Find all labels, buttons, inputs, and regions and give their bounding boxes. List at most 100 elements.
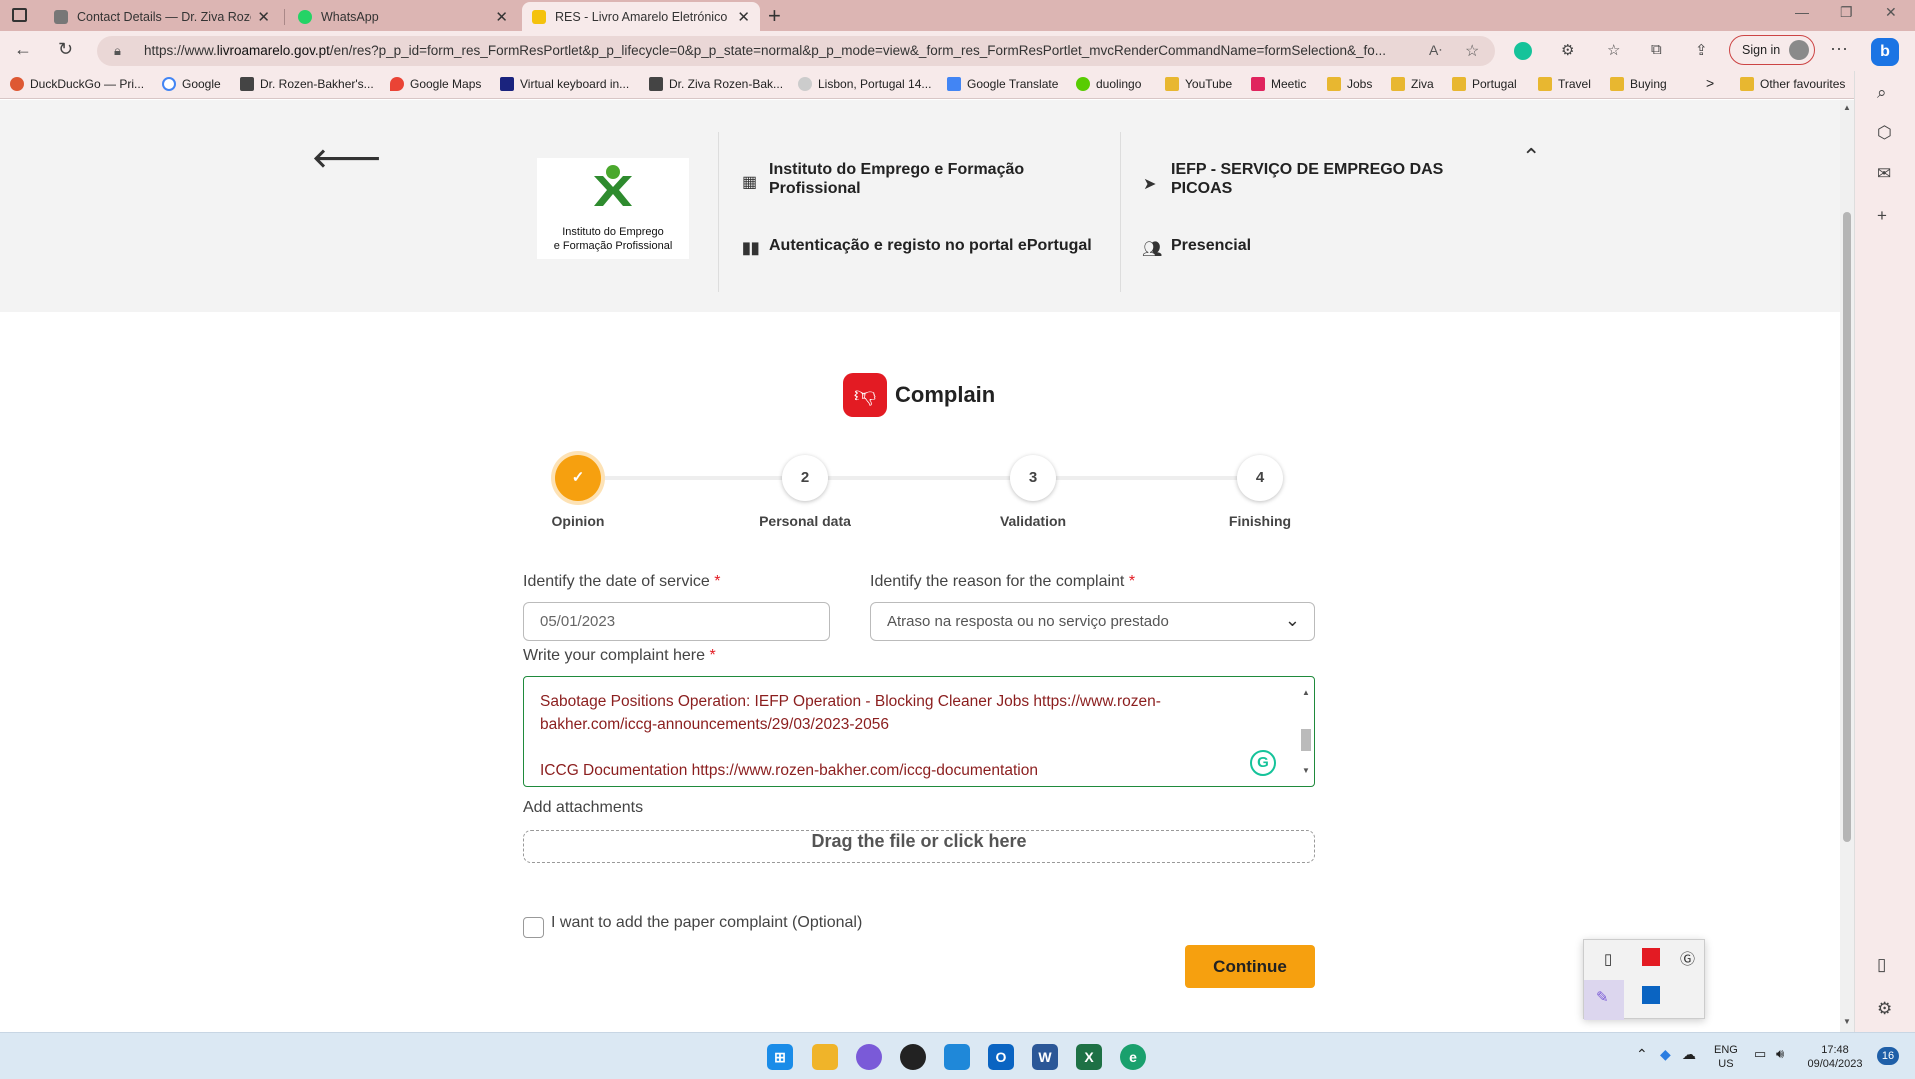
continue-button[interactable]: Continue (1185, 945, 1315, 988)
bookmark-travel-folder[interactable]: Travel (1538, 77, 1591, 91)
search-icon[interactable]: ⌕ (1877, 83, 1887, 103)
shopping-icon[interactable]: ⬡ (1877, 123, 1892, 143)
favorites-icon[interactable]: ☆ (1607, 41, 1620, 59)
file-explorer-icon[interactable] (812, 1044, 838, 1070)
bookmark-virtual-keyboard[interactable]: Virtual keyboard in... (500, 77, 629, 91)
add-favorite-icon[interactable]: ☆ (1465, 41, 1479, 61)
maps-pin-icon (390, 77, 404, 91)
settings-icon[interactable]: ⚙ (1877, 999, 1892, 1019)
bookmark-label: Portugal (1472, 77, 1517, 91)
service-name: IEFP - SERVIÇO DE EMPREGO DAS PICOAS (1171, 161, 1444, 197)
lock-icon[interactable]: 🔒︎ (114, 43, 121, 59)
back-icon[interactable]: ← (14, 39, 32, 60)
bing-chat-icon[interactable]: b (1871, 38, 1899, 66)
bookmark-ziva-rozen[interactable]: Dr. Ziva Rozen-Bak... (649, 77, 783, 91)
notification-count-badge[interactable]: 16 (1877, 1047, 1899, 1065)
new-tab-button[interactable]: + (768, 3, 781, 29)
tab-actions-icon[interactable] (12, 8, 27, 22)
tab-whatsapp[interactable]: WhatsApp ✕ (288, 2, 518, 31)
file-dropzone[interactable]: Drag the file or click here (523, 830, 1315, 863)
copilot-icon[interactable] (856, 1044, 882, 1070)
extensions-icon[interactable]: ⚙ (1561, 41, 1574, 59)
restore-icon[interactable]: ❐ (1840, 4, 1853, 21)
pdf-app-icon[interactable] (1642, 948, 1660, 966)
collapse-chevron-icon[interactable]: ⌃ (1522, 144, 1540, 170)
step-1-indicator: ✓ (555, 455, 601, 501)
bookmark-youtube-folder[interactable]: YouTube (1165, 77, 1232, 91)
network-icon[interactable]: ▭ (1754, 1047, 1766, 1061)
word-icon[interactable]: W (1032, 1044, 1058, 1070)
textarea-scrollbar[interactable]: ▲ ▼ (1300, 681, 1312, 784)
grammarly-extension-icon[interactable] (1514, 42, 1532, 60)
url-domain: livroamarelo.gov.pt (216, 43, 330, 58)
outlook-taskbar-icon[interactable]: O (988, 1044, 1014, 1070)
share-icon[interactable]: ⇪ (1695, 41, 1708, 59)
scroll-up-icon[interactable]: ▲ (1843, 103, 1851, 112)
scroll-up-icon[interactable]: ▲ (1302, 681, 1310, 704)
close-icon[interactable]: ✕ (257, 8, 270, 26)
bookmarks-overflow-button[interactable]: > (1706, 75, 1714, 91)
bookmark-google-maps[interactable]: Google Maps (390, 77, 481, 91)
bookmark-duolingo[interactable]: duolingo (1076, 77, 1141, 91)
usb-icon[interactable]: ▯ (1604, 950, 1612, 968)
scroll-down-icon[interactable]: ▼ (1302, 759, 1310, 782)
tray-expand-icon[interactable]: ⌃ (1636, 1047, 1648, 1061)
bookmark-meetic[interactable]: Meetic (1251, 77, 1306, 91)
language-indicator[interactable]: ENG US (1714, 1043, 1738, 1071)
scroll-down-icon[interactable]: ▼ (1843, 1017, 1851, 1026)
edge-icon[interactable]: e (1120, 1044, 1146, 1070)
complaint-textarea[interactable]: Sabotage Positions Operation: IEFP Opera… (523, 676, 1315, 787)
bookmark-duckduckgo[interactable]: DuckDuckGo — Pri... (10, 77, 144, 91)
keyboard-icon (500, 77, 514, 91)
reason-label: Identify the reason for the complaint * (870, 573, 1135, 591)
grammarly-tray-icon[interactable]: Ⓖ (1680, 948, 1695, 969)
bookmark-rozen-bakher[interactable]: Dr. Rozen-Bakher's... (240, 77, 374, 91)
bookmark-google-translate[interactable]: Google Translate (947, 77, 1058, 91)
outlook-tray-icon[interactable] (1642, 986, 1660, 1004)
sidebar-toggle-icon[interactable]: ▯ (1877, 955, 1886, 975)
outlook-icon[interactable]: ✉ (1877, 164, 1891, 184)
onedrive-icon[interactable]: ☁ (1682, 1047, 1696, 1061)
collections-icon[interactable]: ⧉ (1651, 41, 1662, 58)
grammarly-icon[interactable]: G (1250, 750, 1276, 776)
bookmark-portugal-folder[interactable]: Portugal (1452, 77, 1517, 91)
url-prefix: https://www. (144, 43, 217, 58)
defender-icon[interactable]: ◆ (1660, 1047, 1671, 1061)
page-scroll-thumb[interactable] (1843, 212, 1851, 842)
bookmark-google[interactable]: Google (162, 77, 221, 91)
obs-icon[interactable] (900, 1044, 926, 1070)
page-scrollbar[interactable]: ▲ ▼ (1840, 100, 1854, 1032)
date-of-service-input[interactable]: 05/01/2023 (523, 602, 830, 641)
bookmark-label: Meetic (1271, 77, 1307, 91)
cube-icon (649, 77, 663, 91)
paper-complaint-checkbox[interactable] (523, 917, 544, 938)
textarea-scroll-thumb[interactable] (1301, 729, 1311, 751)
sign-in-button[interactable]: Sign in (1729, 35, 1815, 65)
volume-icon[interactable]: 🔊︎ (1776, 1047, 1784, 1061)
pen-icon[interactable]: ✎ (1596, 988, 1609, 1006)
close-icon[interactable]: ✕ (495, 8, 508, 26)
windows-start-icon[interactable]: ⊞ (767, 1044, 793, 1070)
back-arrow-icon[interactable]: 🡐 (312, 143, 382, 174)
close-icon[interactable]: ✕ (737, 8, 750, 26)
url-text[interactable]: https://www.livroamarelo.gov.pt/en/res?p… (144, 43, 1444, 58)
address-bar[interactable]: 🔒︎ https://www.livroamarelo.gov.pt/en/re… (97, 36, 1495, 66)
store-icon[interactable] (944, 1044, 970, 1070)
clock[interactable]: 17:48 09/04/2023 (1805, 1043, 1865, 1071)
more-menu-button[interactable]: ··· (1830, 38, 1848, 59)
bookmark-jobs-folder[interactable]: Jobs (1327, 77, 1372, 91)
tab-contact-details[interactable]: Contact Details — Dr. Ziva Rozen- ✕ (44, 2, 280, 31)
refresh-icon[interactable]: ↻ (58, 39, 73, 60)
tab-livro-amarelo[interactable]: RES - Livro Amarelo Eletrónico ✕ (522, 2, 760, 31)
add-icon[interactable]: + (1877, 206, 1887, 226)
minimize-icon[interactable]: — (1795, 4, 1809, 20)
other-favourites-folder[interactable]: Other favourites (1740, 77, 1845, 91)
bookmark-lisbon-weather[interactable]: Lisbon, Portugal 14... (798, 77, 931, 91)
complaint-reason-select[interactable]: Atraso na resposta ou no serviço prestad… (870, 602, 1315, 641)
read-aloud-icon[interactable]: Aᐧ (1429, 42, 1442, 59)
bookmark-ziva-folder[interactable]: Ziva (1391, 77, 1434, 91)
thumbs-down-icon: 👎︎ (843, 373, 887, 417)
excel-icon[interactable]: X (1076, 1044, 1102, 1070)
close-window-icon[interactable]: ✕ (1885, 4, 1897, 21)
bookmark-buying-folder[interactable]: Buying (1610, 77, 1667, 91)
